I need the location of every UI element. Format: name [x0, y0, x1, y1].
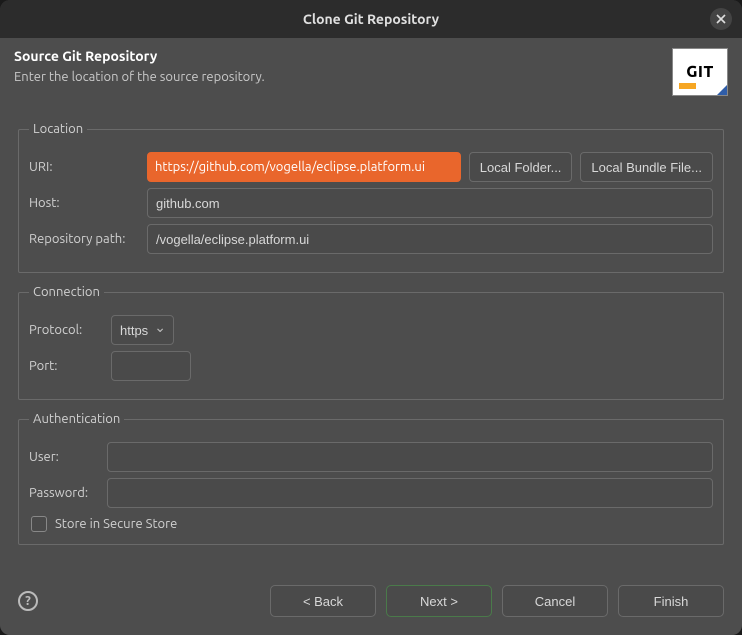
protocol-label: Protocol: [29, 323, 103, 337]
store-secure-row: Store in Secure Store [29, 516, 713, 532]
window-title: Clone Git Repository [303, 11, 439, 27]
dialog-content: Location URI: https://github.com/vogella… [0, 110, 742, 571]
uri-label: URI: [29, 160, 139, 174]
connection-group: Connection Protocol: https Port: [18, 285, 724, 400]
host-row: Host: [29, 188, 713, 218]
store-secure-checkbox[interactable] [31, 516, 47, 532]
back-button[interactable]: < Back [270, 585, 376, 617]
close-button[interactable] [710, 8, 732, 30]
host-label: Host: [29, 196, 139, 210]
location-group: Location URI: https://github.com/vogella… [18, 122, 724, 273]
user-input[interactable] [107, 442, 713, 472]
authentication-legend: Authentication [29, 412, 124, 426]
header-text: Source Git Repository Enter the location… [14, 48, 672, 84]
password-row: Password: [29, 478, 713, 508]
cancel-button[interactable]: Cancel [502, 585, 608, 617]
local-bundle-file-button[interactable]: Local Bundle File... [580, 152, 713, 182]
protocol-select[interactable]: https [111, 315, 174, 345]
protocol-select-wrap: https [111, 315, 174, 345]
uri-input[interactable]: https://github.com/vogella/eclipse.platf… [147, 152, 461, 182]
repo-path-label: Repository path: [29, 232, 139, 246]
close-icon [716, 14, 726, 24]
password-label: Password: [29, 486, 99, 500]
port-input[interactable] [111, 351, 191, 381]
user-label: User: [29, 450, 99, 464]
user-row: User: [29, 442, 713, 472]
help-icon[interactable]: ? [18, 591, 38, 611]
host-input[interactable] [147, 188, 713, 218]
port-label: Port: [29, 359, 103, 373]
git-logo-icon: GIT [672, 48, 728, 96]
connection-legend: Connection [29, 285, 104, 299]
location-legend: Location [29, 122, 87, 136]
next-button[interactable]: Next > [386, 585, 492, 617]
port-row: Port: [29, 351, 713, 381]
header-subtitle: Enter the location of the source reposit… [14, 70, 672, 84]
finish-button[interactable]: Finish [618, 585, 724, 617]
store-secure-label: Store in Secure Store [55, 517, 177, 531]
uri-row: URI: https://github.com/vogella/eclipse.… [29, 152, 713, 182]
titlebar: Clone Git Repository [0, 0, 742, 38]
dialog-header: Source Git Repository Enter the location… [0, 38, 742, 110]
clone-git-dialog: Clone Git Repository Source Git Reposito… [0, 0, 742, 635]
protocol-row: Protocol: https [29, 315, 713, 345]
header-title: Source Git Repository [14, 48, 672, 64]
repo-path-input[interactable] [147, 224, 713, 254]
repo-path-row: Repository path: [29, 224, 713, 254]
local-folder-button[interactable]: Local Folder... [469, 152, 573, 182]
authentication-group: Authentication User: Password: Store in … [18, 412, 724, 545]
password-input[interactable] [107, 478, 713, 508]
wizard-buttons: < Back Next > Cancel Finish [270, 585, 724, 617]
dialog-footer: ? < Back Next > Cancel Finish [0, 571, 742, 635]
